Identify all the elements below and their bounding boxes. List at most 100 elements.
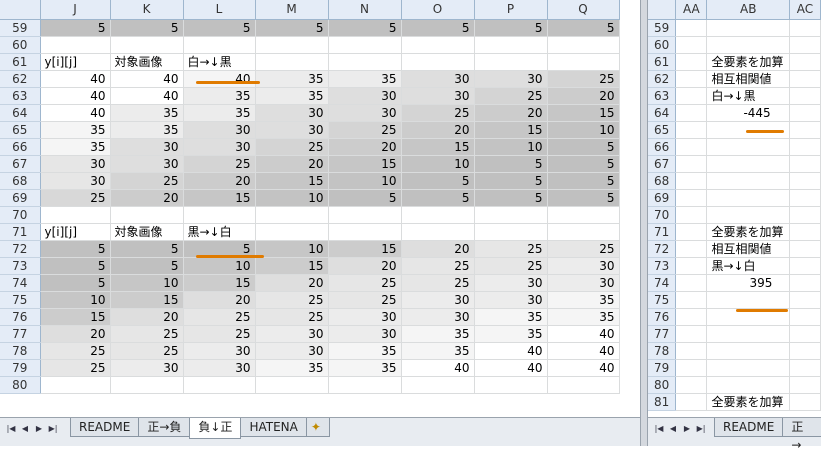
cell[interactable] [547, 206, 620, 224]
row-header[interactable]: 79 [648, 359, 677, 377]
cell[interactable] [547, 53, 620, 71]
select-all-corner-right[interactable] [648, 0, 677, 20]
cell[interactable]: 20 [401, 240, 475, 258]
cell[interactable] [474, 53, 548, 71]
cell[interactable]: 30 [110, 138, 184, 156]
row-header[interactable]: 73 [648, 257, 677, 275]
cell[interactable]: 相互相関値 [706, 240, 790, 258]
cell[interactable]: 40 [40, 70, 111, 88]
cell[interactable]: 10 [255, 240, 329, 258]
cell[interactable]: 20 [183, 172, 256, 190]
cell[interactable] [183, 36, 256, 54]
cell[interactable]: 25 [547, 70, 620, 88]
cell[interactable] [474, 36, 548, 54]
cell[interactable] [789, 240, 821, 258]
cell[interactable] [706, 325, 790, 343]
row-header[interactable]: 67 [0, 155, 41, 173]
cell[interactable]: 35 [255, 359, 329, 377]
cell[interactable]: 40 [40, 87, 111, 105]
cell[interactable]: 15 [474, 121, 548, 139]
cell[interactable]: 35 [547, 291, 620, 309]
row-header[interactable]: 75 [648, 291, 677, 309]
cell[interactable]: 25 [183, 155, 256, 173]
cell[interactable]: 黒→↓白 [706, 257, 790, 275]
cell[interactable]: 10 [40, 291, 111, 309]
row-header[interactable]: 66 [0, 138, 41, 156]
row-header[interactable]: 66 [648, 138, 677, 156]
cell[interactable]: 5 [547, 138, 620, 156]
cell[interactable] [328, 223, 402, 241]
cell[interactable]: 25 [328, 274, 402, 292]
cell[interactable]: 15 [401, 138, 475, 156]
cell[interactable] [255, 206, 329, 224]
column-header-N[interactable]: N [328, 0, 402, 20]
column-header-Q[interactable]: Q [547, 0, 620, 20]
row-header[interactable]: 64 [648, 104, 677, 122]
last-sheet-icon[interactable]: ▶| [696, 424, 706, 433]
cell[interactable]: 20 [183, 291, 256, 309]
cell[interactable] [547, 376, 620, 394]
cell[interactable] [789, 189, 821, 207]
row-header[interactable]: 68 [0, 172, 41, 190]
cell[interactable] [675, 36, 708, 54]
cell[interactable] [675, 359, 708, 377]
next-sheet-icon[interactable]: ▶ [682, 424, 692, 433]
cell[interactable] [675, 121, 708, 139]
row-header[interactable]: 62 [0, 70, 41, 88]
cell[interactable] [474, 376, 548, 394]
row-header[interactable]: 77 [648, 325, 677, 343]
row-header[interactable]: 61 [0, 53, 41, 71]
row-header[interactable]: 81 [648, 393, 677, 411]
cell[interactable] [255, 36, 329, 54]
cell[interactable] [789, 104, 821, 122]
cell[interactable]: 10 [401, 155, 475, 173]
cell[interactable] [789, 308, 821, 326]
cell[interactable]: 5 [328, 19, 402, 37]
cell[interactable]: 25 [183, 325, 256, 343]
cell[interactable] [675, 325, 708, 343]
cell[interactable]: 20 [474, 104, 548, 122]
cell[interactable]: 5 [40, 274, 111, 292]
last-sheet-icon[interactable]: ▶| [48, 424, 58, 433]
cell[interactable]: 40 [40, 104, 111, 122]
row-header[interactable]: 69 [0, 189, 41, 207]
cell[interactable]: 25 [40, 359, 111, 377]
cell[interactable]: 35 [474, 325, 548, 343]
cell[interactable]: 35 [110, 121, 184, 139]
cell[interactable]: 35 [401, 325, 475, 343]
cell[interactable]: 全要素を加算 [706, 223, 790, 241]
cell[interactable] [789, 342, 821, 360]
cell[interactable] [328, 206, 402, 224]
cell[interactable] [474, 223, 548, 241]
cell[interactable]: 20 [328, 138, 402, 156]
cell[interactable] [789, 223, 821, 241]
cell[interactable]: 15 [183, 274, 256, 292]
cell[interactable]: 5 [474, 19, 548, 37]
row-header[interactable]: 65 [648, 121, 677, 139]
column-header-AC[interactable]: AC [789, 0, 821, 20]
cell[interactable] [401, 223, 475, 241]
cell[interactable] [675, 274, 708, 292]
select-all-corner[interactable] [0, 0, 41, 20]
cell[interactable]: 25 [110, 325, 184, 343]
cell[interactable]: 15 [183, 189, 256, 207]
cell[interactable]: 5 [401, 19, 475, 37]
column-header-AB[interactable]: AB [706, 0, 790, 20]
cell[interactable]: 5 [183, 19, 256, 37]
cell[interactable]: 15 [255, 257, 329, 275]
cell[interactable] [255, 376, 329, 394]
row-header[interactable]: 63 [0, 87, 41, 105]
cell[interactable] [547, 36, 620, 54]
column-header-K[interactable]: K [110, 0, 184, 20]
cell[interactable] [789, 121, 821, 139]
cell[interactable]: 40 [401, 359, 475, 377]
cell[interactable]: 25 [547, 240, 620, 258]
cell[interactable] [183, 206, 256, 224]
row-header[interactable]: 78 [0, 342, 41, 360]
cell[interactable] [706, 376, 790, 394]
cell[interactable]: 30 [40, 172, 111, 190]
cell[interactable]: 30 [328, 325, 402, 343]
cell[interactable] [675, 342, 708, 360]
row-header[interactable]: 61 [648, 53, 677, 71]
cell[interactable] [675, 240, 708, 258]
